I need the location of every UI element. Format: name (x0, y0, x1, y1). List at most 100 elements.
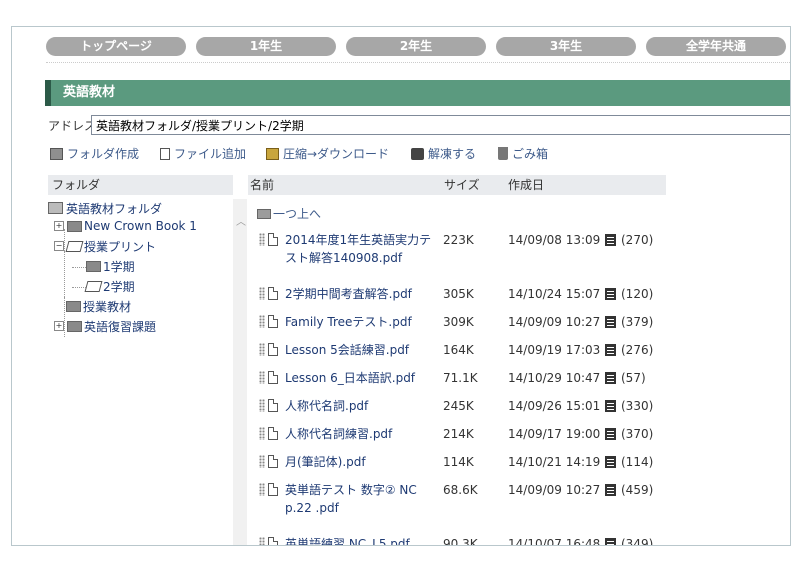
file-name-link[interactable]: 2014年度1年生英語実力テスト解答140908.pdf (285, 231, 440, 267)
tree-label-root: 英語教材フォルダ (66, 201, 163, 216)
download-count: (57) (605, 369, 646, 387)
download-log-icon[interactable] (605, 538, 616, 545)
tree-node-materials[interactable]: 授業教材 (66, 297, 131, 315)
name-header[interactable]: 名前 (250, 175, 274, 195)
extract-button[interactable]: 解凍する (411, 145, 476, 162)
file-size: 68.6K (443, 483, 478, 497)
collapse-icon: − (54, 241, 64, 251)
extract-label: 解凍する (428, 147, 477, 161)
download-log-icon[interactable] (605, 484, 616, 496)
file-name-link[interactable]: Lesson 6_日本語訳.pdf (285, 369, 440, 387)
download-log-icon[interactable] (605, 288, 616, 300)
file-name-link[interactable]: 人称代名詞.pdf (285, 397, 440, 415)
file-row[interactable]: 月(筆記体).pdf 114K 14/10/21 14:19 (114) (251, 453, 667, 475)
nav-top-page[interactable]: トップページ (46, 37, 186, 56)
file-row[interactable]: 人称代名詞練習.pdf 214K 14/09/17 19:00 (370) (251, 425, 667, 447)
add-file-icon (160, 147, 170, 160)
trash-button[interactable]: ごみ箱 (498, 145, 548, 162)
parent-folder-label: 一つ上へ (273, 207, 322, 221)
file-row[interactable]: Family Treeテスト.pdf 309K 14/09/09 10:27 (379… (251, 313, 667, 335)
file-date: 14/10/07 16:48 (508, 537, 601, 546)
trash-label: ごみ箱 (512, 147, 549, 161)
file-name-link[interactable]: 月(筆記体).pdf (285, 453, 440, 471)
file-name-link[interactable]: 人称代名詞練習.pdf (285, 425, 440, 443)
new-folder-label: フォルダ作成 (67, 147, 140, 161)
file-name-link[interactable]: 2学期中間考査解答.pdf (285, 285, 440, 303)
folder-icon (67, 220, 82, 232)
drag-handle-icon[interactable] (259, 343, 265, 356)
drag-handle-icon[interactable] (259, 371, 265, 384)
file-icon (268, 483, 278, 496)
panel-scrollbar[interactable] (233, 199, 247, 545)
file-date: 14/09/19 17:03 (508, 343, 601, 357)
drag-handle-icon[interactable] (259, 315, 265, 328)
folder-icon (66, 300, 81, 312)
chevron-up-icon[interactable]: ︿ (236, 213, 246, 228)
file-row[interactable]: 2学期中間考査解答.pdf 305K 14/10/24 15:07 (120) (251, 285, 667, 307)
download-count-value: (114) (621, 455, 654, 469)
nav-grade-1[interactable]: 1年生 (196, 37, 336, 56)
nav-all-grades[interactable]: 全学年共通 (646, 37, 786, 56)
download-log-icon[interactable] (605, 400, 616, 412)
address-field[interactable]: 英語教材フォルダ/授業プリント/2学期 (91, 115, 790, 135)
file-name-link[interactable]: Family Treeテスト.pdf (285, 313, 440, 331)
download-log-icon[interactable] (605, 456, 616, 468)
file-icon (268, 537, 278, 545)
drag-handle-icon[interactable] (259, 233, 265, 246)
file-icon (268, 343, 278, 356)
file-row[interactable]: 英単語練習 NC_L5.pdf 90.3K 14/10/07 16:48 (349) (251, 535, 667, 546)
add-file-button[interactable]: ファイル追加 (160, 145, 246, 162)
file-row[interactable]: 人称代名詞.pdf 245K 14/09/26 15:01 (330) (251, 397, 667, 419)
download-count-value: (379) (621, 315, 654, 329)
drag-handle-icon[interactable] (259, 537, 265, 545)
drag-handle-icon[interactable] (259, 399, 265, 412)
drag-handle-icon[interactable] (259, 287, 265, 300)
download-count-value: (349) (621, 537, 654, 546)
tree-node-term1[interactable]: 1学期 (86, 257, 135, 275)
nav-grade-2[interactable]: 2年生 (346, 37, 486, 56)
date-header[interactable]: 作成日 (508, 175, 544, 195)
download-log-icon[interactable] (605, 344, 616, 356)
tree-node-term2[interactable]: 2学期 (84, 277, 135, 295)
file-size: 114K (443, 455, 474, 469)
parent-folder-link[interactable]: 一つ上へ (257, 205, 321, 222)
folder-header-label: フォルダ (52, 178, 101, 192)
download-log-icon[interactable] (605, 428, 616, 440)
drag-handle-icon[interactable] (259, 455, 265, 468)
download-log-icon[interactable] (605, 316, 616, 328)
new-folder-icon (50, 147, 63, 160)
address-label: アドレス (48, 119, 97, 133)
file-icon (268, 427, 278, 440)
file-name-link[interactable]: 英単語テスト 数字② NC p.22 .pdf (285, 481, 440, 517)
size-header[interactable]: サイズ (444, 175, 480, 195)
tree-node-new-crown[interactable]: + New Crown Book 1 (54, 217, 197, 235)
nav-grade-3[interactable]: 3年生 (496, 37, 636, 56)
download-count: (379) (605, 313, 653, 331)
new-folder-button[interactable]: フォルダ作成 (50, 145, 139, 162)
file-size: 164K (443, 343, 474, 357)
tree-line (64, 251, 65, 299)
drag-handle-icon[interactable] (259, 427, 265, 440)
tree-node-review[interactable]: + 英語復習課題 (54, 317, 156, 335)
file-name-link[interactable]: Lesson 5会話練習.pdf (285, 341, 440, 359)
expand-icon: + (54, 321, 64, 331)
file-name-link[interactable]: 英単語練習 NC_L5.pdf (285, 535, 440, 545)
archive-icon (266, 147, 279, 160)
download-count-value: (57) (621, 371, 646, 385)
download-count: (120) (605, 285, 653, 303)
file-size: 309K (443, 315, 474, 329)
download-log-icon[interactable] (605, 234, 616, 246)
tree-node-root[interactable]: 英語教材フォルダ (48, 199, 162, 217)
compress-download-button[interactable]: 圧縮→ダウンロード (266, 145, 389, 162)
folder-up-icon (257, 208, 271, 219)
file-size: 71.1K (443, 371, 478, 385)
file-row[interactable]: 2014年度1年生英語実力テスト解答140908.pdf 223K 14/09/08… (251, 231, 667, 271)
file-row[interactable]: Lesson 6_日本語訳.pdf 71.1K 14/10/29 10:47 (57) (251, 369, 667, 391)
tree-node-prints[interactable]: − 授業プリント (54, 237, 156, 255)
file-row[interactable]: Lesson 5会話練習.pdf 164K 14/09/19 17:03 (276) (251, 341, 667, 363)
download-log-icon[interactable] (605, 372, 616, 384)
file-row[interactable]: 英単語テスト 数字② NC p.22 .pdf 68.6K 14/09/09 10:… (251, 481, 667, 521)
nav-divider (46, 62, 790, 63)
drag-handle-icon[interactable] (259, 483, 265, 496)
download-count-value: (276) (621, 343, 654, 357)
